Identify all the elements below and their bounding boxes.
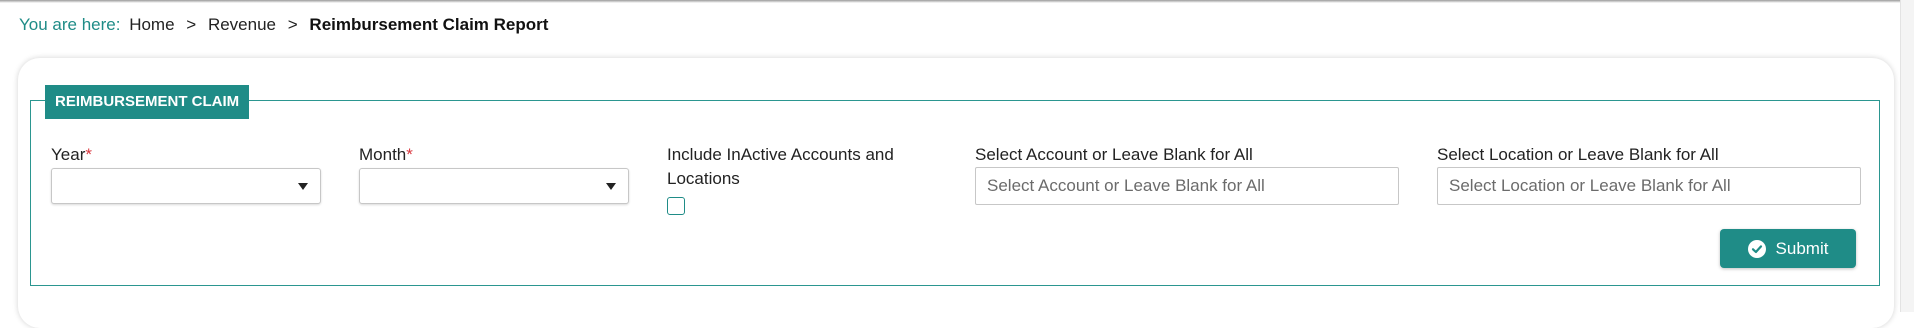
check-circle-icon: [1747, 239, 1766, 258]
month-label-text: Month: [359, 145, 407, 164]
breadcrumb: You are here: Home > Revenue > Reimburse…: [19, 14, 548, 36]
fieldset-legend: REIMBURSEMENT CLAIM: [45, 85, 250, 119]
account-input[interactable]: [975, 167, 1399, 205]
top-shadow: [0, 0, 1914, 3]
location-label: Select Location or Leave Blank for All: [1437, 145, 1719, 164]
include-inactive-label-line1: Include InActive Accounts and: [667, 145, 894, 164]
year-label: Year*: [51, 143, 92, 167]
include-inactive-checkbox[interactable]: [667, 197, 685, 215]
month-required-mark: *: [406, 145, 413, 164]
caret-down-icon: [298, 183, 308, 190]
submit-button-label: Submit: [1775, 238, 1829, 258]
breadcrumb-revenue-link[interactable]: Revenue: [208, 15, 276, 34]
page-scrollbar[interactable]: [1900, 0, 1914, 312]
breadcrumb-separator: >: [287, 15, 298, 34]
submit-button[interactable]: Submit: [1720, 229, 1856, 268]
breadcrumb-home-link[interactable]: Home: [129, 15, 174, 34]
month-select[interactable]: [359, 168, 629, 204]
year-select[interactable]: [51, 168, 321, 204]
location-input[interactable]: [1437, 167, 1861, 205]
caret-down-icon: [606, 183, 616, 190]
breadcrumb-prefix: You are here:: [19, 15, 121, 34]
include-inactive-label-line2: Locations: [667, 169, 740, 188]
year-label-text: Year: [51, 145, 86, 164]
breadcrumb-current-page: Reimbursement Claim Report: [309, 15, 549, 34]
month-label: Month*: [359, 143, 413, 167]
account-label: Select Account or Leave Blank for All: [975, 145, 1253, 164]
include-inactive-label: Include InActive Accounts and Locations: [667, 143, 894, 191]
year-required-mark: *: [85, 145, 92, 164]
breadcrumb-separator: >: [186, 15, 197, 34]
